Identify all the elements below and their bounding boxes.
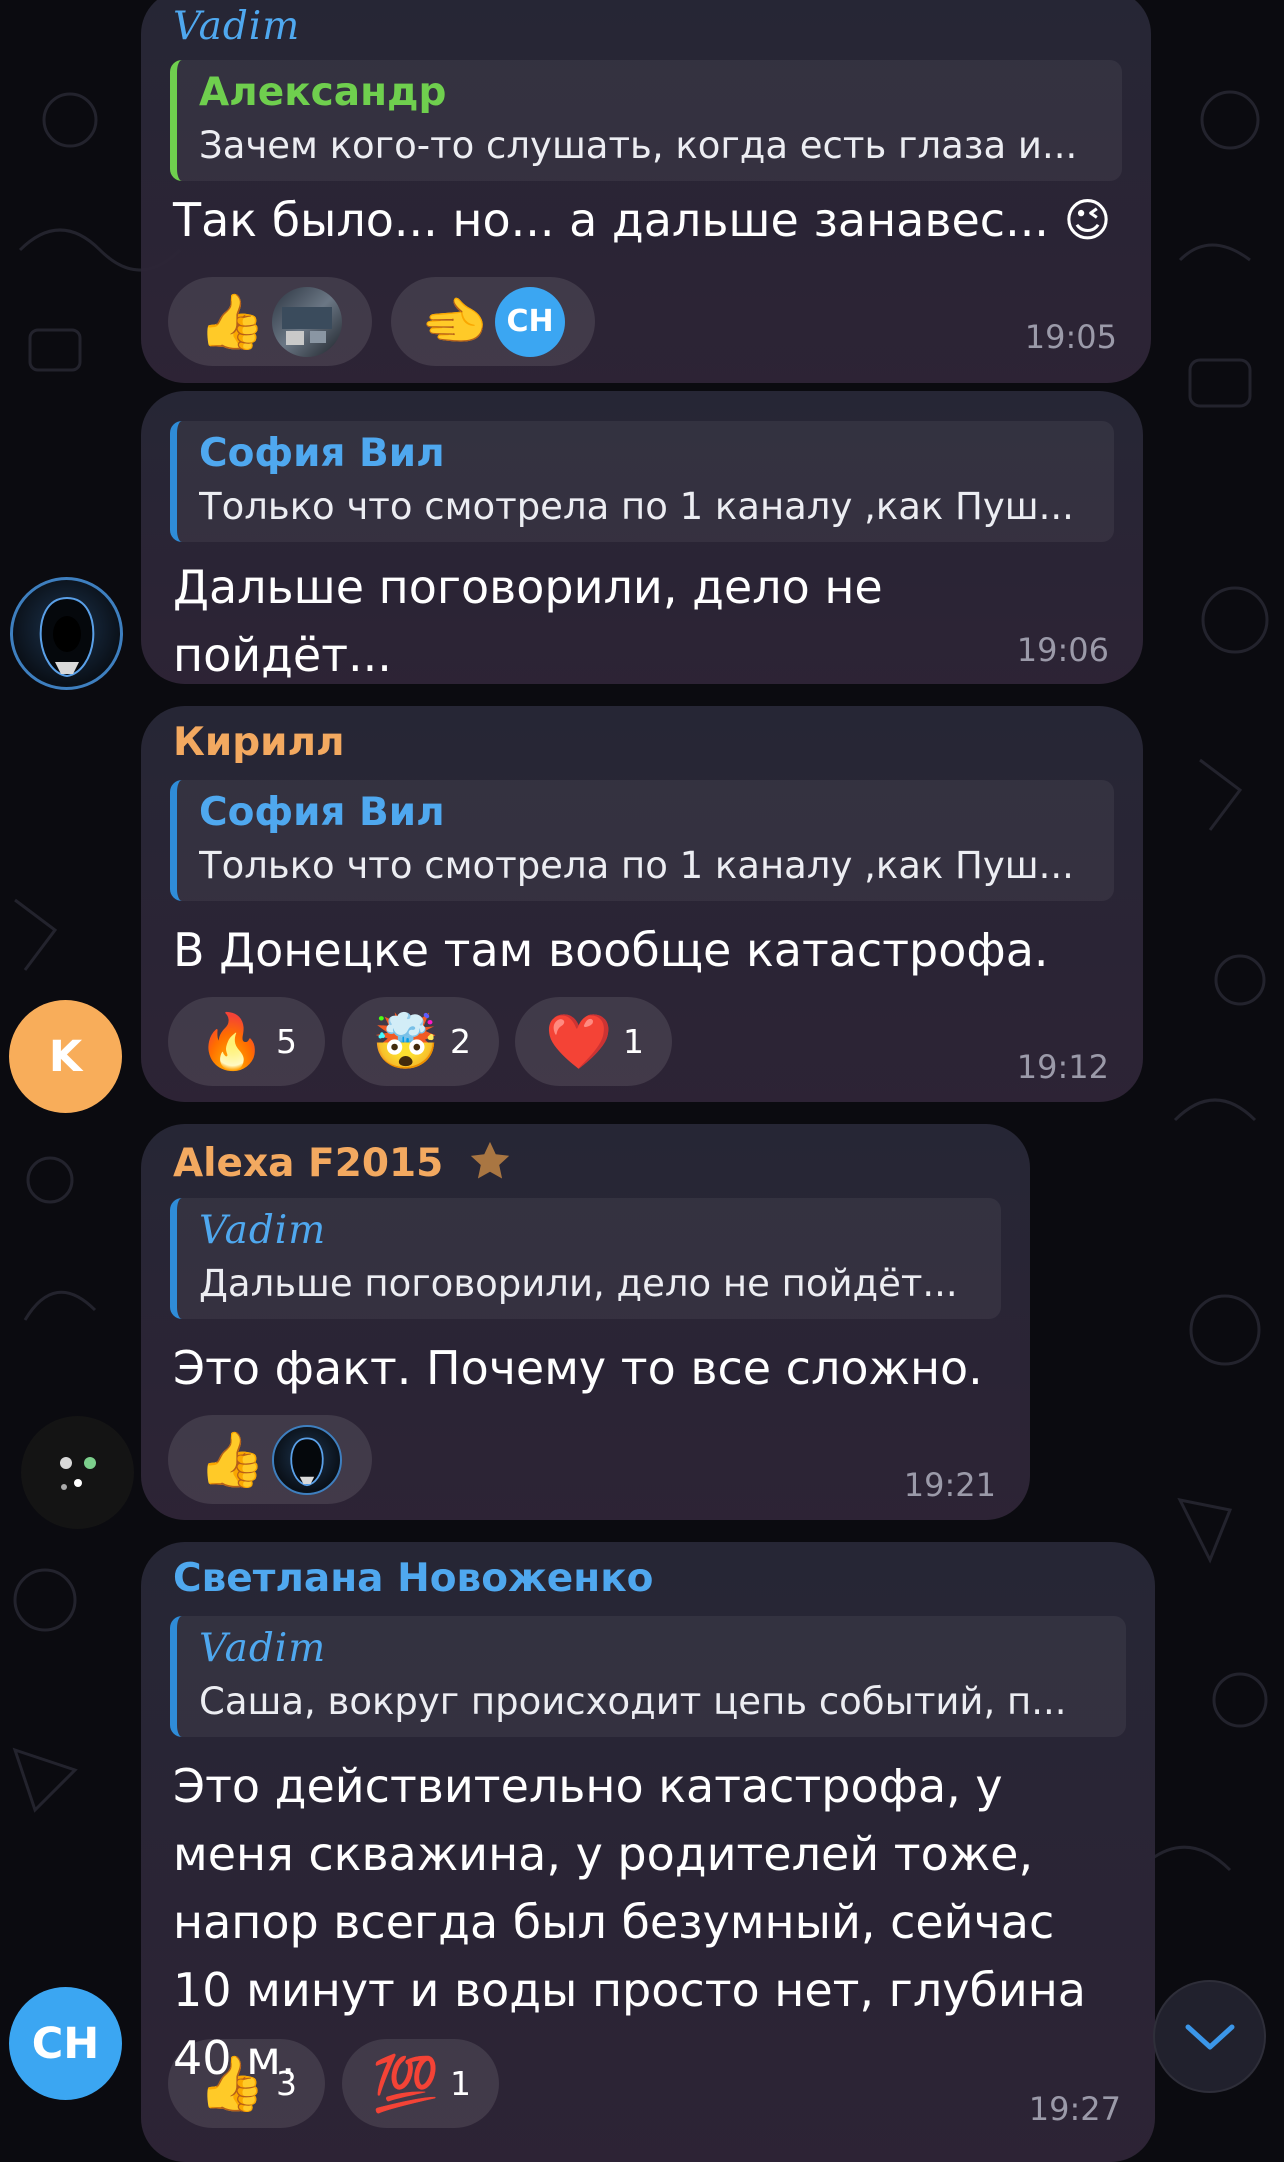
avatar-alexa[interactable]: [21, 1416, 134, 1529]
message-time: 19:06: [1016, 631, 1109, 669]
avatar-kirill[interactable]: K: [9, 1000, 122, 1113]
sender-name[interactable]: Светлана Новоженко: [173, 1556, 653, 1601]
ghost-icon: [59, 1456, 96, 1490]
message-text: Это факт. Почему то все сложно.: [173, 1341, 983, 1395]
reply-quote[interactable]: София Вил Только что смотрела по 1 канал…: [170, 421, 1114, 542]
reaction-thumbs-up[interactable]: 👍: [168, 277, 372, 366]
message-bubble[interactable]: София Вил Только что смотрела по 1 канал…: [141, 391, 1143, 684]
message-bubble[interactable]: Кирилл София Вил Только что смотрела по …: [141, 706, 1143, 1102]
reply-quote[interactable]: Vadim Дальше поговорили, дело не пойдёт.…: [170, 1198, 1001, 1319]
star-icon: [470, 1141, 509, 1179]
scroll-to-bottom-button[interactable]: [1153, 1980, 1266, 2093]
quote-text: Зачем кого-то слушать, когда есть глаза …: [199, 124, 1078, 167]
chevron-down-icon: [1185, 2024, 1234, 2049]
thumbs-up-icon: 👍: [198, 289, 266, 353]
message-text: Это действительно катастрофа, у меня скв…: [173, 1759, 1086, 2085]
quote-author: София Вил: [199, 790, 445, 835]
message-bubble[interactable]: Alexa F2015 Vadim Дальше поговорили, дел…: [141, 1124, 1030, 1520]
message-text: Так было... но... а дальше занавес... 😉: [173, 193, 1112, 247]
reaction-thumbs-up[interactable]: 👍: [168, 1415, 372, 1504]
thumbs-up-icon: 👍: [198, 2051, 266, 2115]
quote-text: Только что смотрела по 1 каналу ,как Пуш…: [199, 844, 1074, 887]
quote-text: Саша, вокруг происходит цепь событий, п.…: [199, 1680, 1067, 1723]
reaction-count: 5: [276, 1022, 297, 1061]
reactor-avatar-photo: [272, 286, 342, 357]
reaction-count: 1: [623, 1022, 644, 1061]
reaction-pointing-hand[interactable]: 🫲 CH: [391, 277, 595, 366]
reaction-mind-blown[interactable]: 🤯 2: [342, 997, 499, 1086]
hooded-figure-icon: [39, 596, 94, 677]
message-bubble[interactable]: Светлана Новоженко Vadim Саша, вокруг пр…: [141, 1542, 1155, 2162]
quote-text: Только что смотрела по 1 каналу ,как Пуш…: [199, 485, 1074, 528]
heart-icon: ❤️: [545, 1009, 613, 1073]
thumbs-up-icon: 👍: [198, 1427, 266, 1491]
reply-quote[interactable]: Vadim Саша, вокруг происходит цепь событ…: [170, 1616, 1126, 1737]
reactor-avatar-ch: CH: [495, 286, 565, 357]
sender-name-text: Alexa F2015: [173, 1141, 444, 1186]
message-bubble[interactable]: Vadim Александр Зачем кого-то слушать, к…: [141, 0, 1151, 383]
reply-quote[interactable]: София Вил Только что смотрела по 1 канал…: [170, 780, 1114, 901]
quote-author: София Вил: [199, 431, 445, 476]
reaction-heart[interactable]: ❤️ 1: [515, 997, 672, 1086]
sender-name[interactable]: Vadim: [173, 4, 300, 49]
reaction-fire[interactable]: 🔥 5: [168, 997, 325, 1086]
mind-blown-icon: 🤯: [372, 1009, 440, 1073]
reactor-avatar-hooded: [272, 1424, 342, 1495]
message-text: В Донецке там вообще катастрофа.: [173, 923, 1049, 977]
avatar-hooded[interactable]: [10, 577, 123, 690]
fire-icon: 🔥: [198, 1009, 266, 1073]
reaction-count: 2: [450, 1022, 471, 1061]
message-text: Дальше поговорили, дело не пойдёт...: [173, 560, 883, 682]
message-time: 19:21: [903, 1466, 996, 1504]
reply-quote[interactable]: Александр Зачем кого-то слушать, когда е…: [170, 60, 1122, 181]
message-time: 19:05: [1024, 318, 1117, 356]
reaction-count: 3: [276, 2064, 297, 2103]
quote-author: Александр: [199, 70, 447, 115]
sender-name[interactable]: Alexa F2015: [173, 1138, 513, 1186]
message-time: 19:27: [1028, 2090, 1121, 2128]
quote-author: Vadim: [199, 1208, 327, 1253]
reaction-count: 1: [450, 2064, 471, 2103]
pointing-hand-icon: 🫲: [421, 289, 489, 353]
quote-author: Vadim: [199, 1626, 327, 1671]
reaction-thumbs-up[interactable]: 👍 3: [168, 2039, 325, 2128]
reaction-hundred[interactable]: 💯 1: [342, 2039, 499, 2128]
message-time: 19:12: [1016, 1048, 1109, 1086]
quote-text: Дальше поговорили, дело не пойдёт...: [199, 1262, 958, 1305]
hundred-points-icon: 💯: [372, 2051, 440, 2115]
sender-name[interactable]: Кирилл: [173, 720, 345, 765]
avatar-svetlana[interactable]: CH: [9, 1987, 122, 2100]
